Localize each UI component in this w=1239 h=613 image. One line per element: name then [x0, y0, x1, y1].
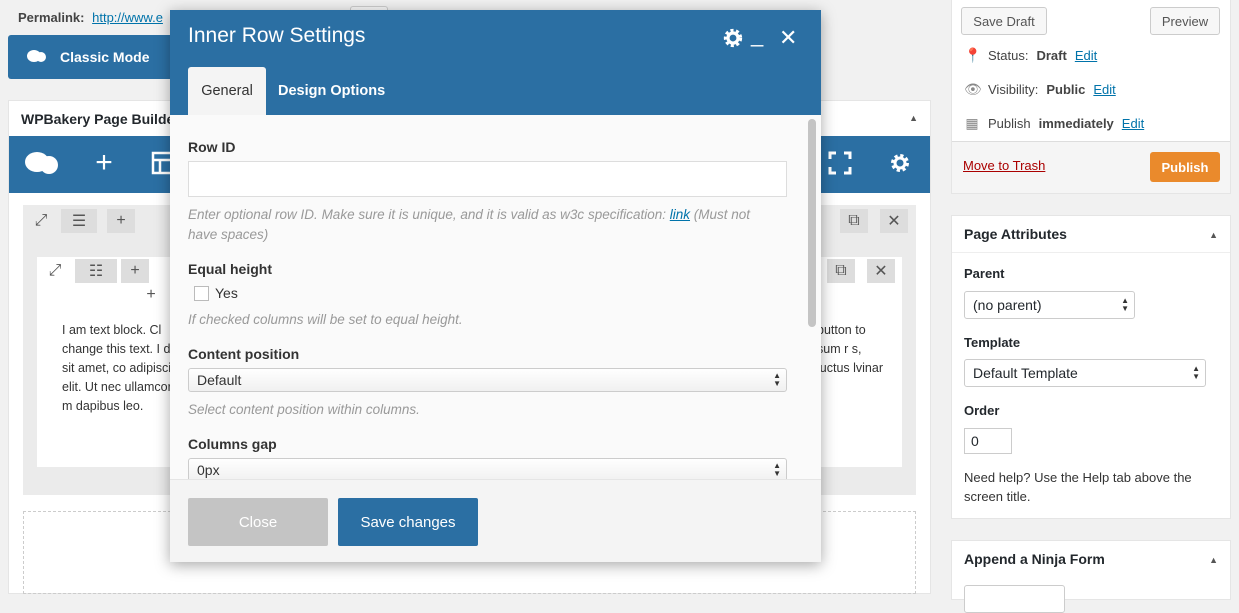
tab-design-options[interactable]: Design Options — [278, 67, 385, 115]
builder-title: WPBakery Page Builde — [21, 111, 175, 127]
publish-button[interactable]: Publish — [1150, 152, 1220, 182]
status-row: 📍 Status: Draft Edit — [964, 47, 1097, 64]
modal-settings-gear-icon[interactable] — [722, 27, 744, 53]
page-attributes-box: Page Attributes ▲ Parent (no parent) ▲ ▼ … — [951, 215, 1231, 519]
template-label: Template — [964, 335, 1021, 350]
ninja-form-select[interactable] — [964, 585, 1065, 613]
preview-button[interactable]: Preview — [1150, 7, 1220, 35]
permalink-url[interactable]: http://www.e — [92, 10, 163, 25]
inner-row-clone-icon[interactable]: ⧉ — [827, 259, 855, 283]
save-draft-button[interactable]: Save Draft — [961, 7, 1047, 35]
equal-height-label: Equal height — [188, 261, 272, 277]
ninja-form-box: Append a Ninja Form ▲ — [951, 540, 1231, 613]
permalink-label: Permalink: — [18, 10, 85, 25]
publish-edit-link[interactable]: Edit — [1122, 116, 1144, 131]
publish-value: immediately — [1038, 116, 1114, 131]
columns-gap-select[interactable]: 0px ▲ ▼ — [188, 458, 787, 479]
builder-collapse-icon[interactable]: ▲ — [909, 113, 918, 123]
fullscreen-icon[interactable] — [822, 148, 858, 181]
select-arrows-icon: ▲ ▼ — [773, 461, 781, 478]
template-select[interactable]: Default Template ▲ ▼ — [964, 359, 1206, 387]
modal-title: Inner Row Settings — [188, 24, 366, 47]
modal-close-icon[interactable]: ✕ — [779, 27, 797, 49]
page-attributes-collapse-icon[interactable]: ▲ — [1209, 230, 1218, 240]
inner-row-move-icon[interactable]: ⤢ — [41, 259, 69, 283]
order-label: Order — [964, 403, 1000, 418]
row-delete-icon[interactable]: ✕ — [880, 209, 908, 233]
move-to-trash-link[interactable]: Move to Trash — [963, 158, 1045, 173]
save-changes-button[interactable]: Save changes — [338, 498, 478, 546]
row-add-icon[interactable]: + — [107, 209, 135, 233]
text-block-right[interactable]: button to sum r s, luctus lvinar — [817, 321, 887, 378]
eye-icon: 👁 — [964, 81, 982, 97]
divider — [952, 252, 1230, 253]
content-position-value: Default — [197, 372, 242, 388]
tab-general[interactable]: General — [188, 67, 266, 115]
modal-body: Row ID Enter optional row ID. Make sure … — [170, 115, 821, 479]
inner-row-add-icon[interactable]: + — [121, 259, 149, 283]
page-attributes-title: Page Attributes — [964, 226, 1067, 242]
publish-box: Save Draft Preview 📍 Status: Draft Edit … — [951, 0, 1231, 194]
parent-value: (no parent) — [973, 297, 1042, 313]
inner-row-delete-icon[interactable]: ✕ — [867, 259, 895, 283]
column-add-icon[interactable]: + — [137, 283, 165, 307]
permalink: Permalink: http://www.e — [18, 10, 163, 25]
pin-icon: 📍 — [964, 47, 982, 63]
row-id-description: Enter optional row ID. Make sure it is u… — [188, 205, 778, 245]
classic-mode-label: Classic Mode — [60, 49, 150, 65]
row-id-label: Row ID — [188, 139, 236, 155]
columns-gap-label: Columns gap — [188, 436, 277, 452]
inner-row-settings-modal: Inner Row Settings _ ✕ General Design Op… — [170, 10, 821, 562]
ninja-form-title: Append a Ninja Form — [964, 551, 1105, 567]
equal-height-yes-label[interactable]: Yes — [215, 285, 238, 301]
status-value: Draft — [1036, 48, 1067, 63]
parent-select[interactable]: (no parent) ▲ ▼ — [964, 291, 1135, 319]
row-layout-icon[interactable]: ☰ — [61, 209, 97, 233]
order-input[interactable]: 0 — [964, 428, 1012, 454]
visibility-label: Visibility: — [988, 82, 1039, 97]
add-element-icon[interactable]: + — [86, 148, 122, 178]
help-text: Need help? Use the Help tab above the sc… — [964, 470, 1192, 504]
row-move-icon[interactable]: ⤢ — [27, 209, 55, 233]
ninja-form-collapse-icon[interactable]: ▲ — [1209, 555, 1218, 565]
modal-header: Inner Row Settings _ ✕ General Design Op… — [170, 10, 821, 115]
w3c-spec-link[interactable]: link — [670, 207, 690, 222]
select-arrows-icon: ▲ ▼ — [1121, 296, 1129, 313]
visibility-edit-link[interactable]: Edit — [1093, 82, 1115, 97]
content-position-label: Content position — [188, 346, 300, 362]
row-clone-icon[interactable]: ⧉ — [840, 209, 868, 233]
status-edit-link[interactable]: Edit — [1075, 48, 1097, 63]
inner-row-layout-icon[interactable]: ☷ — [75, 259, 117, 283]
publish-actions: Move to Trash Publish — [952, 141, 1230, 193]
modal-minimize-icon[interactable]: _ — [751, 24, 763, 46]
status-label: Status: — [988, 48, 1029, 63]
close-button[interactable]: Close — [188, 498, 328, 546]
parent-label: Parent — [964, 266, 1005, 281]
modal-scrollbar[interactable] — [808, 119, 816, 327]
row-id-desc-text: Enter optional row ID. Make sure it is u… — [188, 207, 666, 222]
settings-gear-icon[interactable] — [882, 148, 918, 181]
select-arrows-icon: ▲ ▼ — [773, 371, 781, 388]
content-position-select[interactable]: Default ▲ ▼ — [188, 368, 787, 392]
visibility-row: 👁 Visibility: Public Edit — [964, 81, 1116, 98]
visibility-value: Public — [1046, 82, 1086, 97]
template-value: Default Template — [973, 365, 1078, 381]
equal-height-checkbox[interactable] — [194, 286, 209, 301]
row-id-input[interactable] — [188, 161, 787, 197]
columns-gap-value: 0px — [197, 462, 220, 478]
content-position-description: Select content position within columns. — [188, 402, 420, 417]
publish-label: Publish — [988, 116, 1031, 131]
calendar-icon: ▦ — [965, 115, 979, 131]
builder-logo-icon[interactable] — [23, 148, 59, 184]
modal-footer: Close Save changes — [170, 479, 821, 562]
wpbakery-logo-icon — [27, 50, 46, 62]
equal-height-description: If checked columns will be set to equal … — [188, 312, 463, 327]
select-arrows-icon: ▲ ▼ — [1192, 364, 1200, 381]
publish-time-row: ▦ Publish immediately Edit — [964, 115, 1144, 132]
